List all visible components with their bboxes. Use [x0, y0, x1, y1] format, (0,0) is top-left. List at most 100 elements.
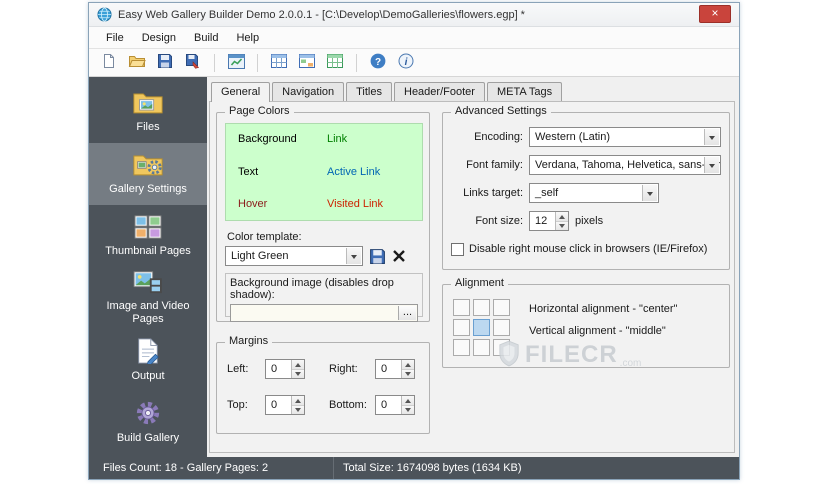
- sidebar-item-label: Files: [136, 121, 160, 134]
- horizontal-alignment-text: Horizontal alignment - "center": [529, 303, 678, 315]
- font-size-spinner[interactable]: 12: [529, 211, 569, 231]
- hover-color-label[interactable]: Hover: [238, 199, 327, 210]
- export-project-button[interactable]: [181, 51, 205, 75]
- window-title: Easy Web Gallery Builder Demo 2.0.0.1 - …: [118, 8, 525, 21]
- sidebar-item-build-gallery[interactable]: Build Gallery: [89, 391, 207, 453]
- color-template-select[interactable]: Light Green: [225, 246, 363, 266]
- sidebar-item-gallery-settings[interactable]: Gallery Settings: [89, 143, 207, 205]
- toolbar-separator: [356, 53, 357, 72]
- files-table-button[interactable]: [267, 51, 291, 75]
- help-icon: ?: [370, 53, 386, 72]
- gallery-table-button[interactable]: [323, 51, 347, 75]
- align-right-top-cell[interactable]: [493, 299, 510, 316]
- browse-button[interactable]: ...: [398, 306, 416, 320]
- spin-down-icon[interactable]: [292, 405, 304, 414]
- spinner-arrows[interactable]: [555, 212, 568, 230]
- spinner-arrows[interactable]: [291, 396, 304, 414]
- delete-template-icon[interactable]: [392, 249, 406, 263]
- save-disk-icon: [157, 53, 173, 72]
- table-gallery-icon: [327, 54, 343, 71]
- spin-down-icon[interactable]: [402, 369, 414, 378]
- help-button[interactable]: ?: [366, 51, 390, 75]
- spinner-arrows[interactable]: [291, 360, 304, 378]
- output-page-icon: [135, 338, 161, 367]
- align-center-top-cell[interactable]: [473, 299, 490, 316]
- photo-film-icon: [133, 270, 163, 297]
- spin-up-icon[interactable]: [292, 396, 304, 406]
- menu-design[interactable]: Design: [133, 29, 185, 47]
- chevron-down-icon: [642, 185, 657, 201]
- table-grid-icon: [271, 54, 287, 71]
- new-project-button[interactable]: [97, 51, 121, 75]
- spin-down-icon[interactable]: [556, 221, 568, 230]
- build-window-icon: [227, 53, 245, 72]
- links-target-select[interactable]: _self: [529, 183, 659, 203]
- encoding-select[interactable]: Western (Latin): [529, 127, 721, 147]
- align-left-middle-cell[interactable]: [453, 319, 470, 336]
- text-color-label[interactable]: Text: [238, 166, 327, 178]
- sidebar-item-output[interactable]: Output: [89, 329, 207, 391]
- margin-top-spinner[interactable]: 0: [265, 395, 305, 415]
- color-template-value: Light Green: [231, 250, 289, 262]
- tab-header-footer[interactable]: Header/Footer: [394, 82, 485, 101]
- pages-table-button[interactable]: [295, 51, 319, 75]
- background-color-label[interactable]: Background: [238, 134, 327, 145]
- build-preview-button[interactable]: [224, 51, 248, 75]
- titlebar: Easy Web Gallery Builder Demo 2.0.0.1 - …: [89, 3, 739, 27]
- sidebar-item-image-video-pages[interactable]: Image and Video Pages: [89, 267, 207, 329]
- spin-up-icon[interactable]: [292, 360, 304, 370]
- font-family-select[interactable]: Verdana, Tahoma, Helvetica, sans-seri: [529, 155, 721, 175]
- margin-right-spinner[interactable]: 0: [375, 359, 415, 379]
- chevron-down-icon: [346, 248, 361, 264]
- sidebar-item-thumbnail-pages[interactable]: Thumbnail Pages: [89, 205, 207, 267]
- menu-file[interactable]: File: [97, 29, 133, 47]
- margin-bottom-spinner[interactable]: 0: [375, 395, 415, 415]
- margin-left-spinner[interactable]: 0: [265, 359, 305, 379]
- page-colors-group: Page Colors Background Link Text Active …: [216, 105, 430, 322]
- sidebar-item-label: Output: [131, 369, 165, 382]
- tab-navigation[interactable]: Navigation: [272, 82, 345, 101]
- spin-down-icon[interactable]: [292, 369, 304, 378]
- visited-link-color-label[interactable]: Visited Link: [327, 199, 416, 210]
- svg-text:?: ?: [375, 57, 381, 68]
- disable-right-click-checkbox[interactable]: [451, 242, 464, 256]
- align-left-bottom-cell[interactable]: [453, 339, 470, 356]
- spinner-arrows[interactable]: [401, 360, 414, 378]
- sidebar-item-files[interactable]: Files: [89, 81, 207, 143]
- spinner-arrows[interactable]: [401, 396, 414, 414]
- toolbar: ? i: [89, 49, 739, 77]
- spin-up-icon[interactable]: [402, 360, 414, 370]
- tab-general[interactable]: General: [211, 82, 271, 102]
- margin-right-label: Right:: [329, 363, 358, 375]
- general-tab-panel: Page Colors Background Link Text Active …: [209, 101, 735, 453]
- align-center-middle-cell[interactable]: [473, 319, 490, 336]
- encoding-label: Encoding:: [474, 131, 523, 143]
- vertical-alignment-text: Vertical alignment - "middle": [529, 325, 666, 337]
- menu-build[interactable]: Build: [185, 29, 227, 47]
- align-center-bottom-cell[interactable]: [473, 339, 490, 356]
- open-project-button[interactable]: [125, 51, 149, 75]
- link-color-label[interactable]: Link: [327, 134, 416, 145]
- filecr-watermark: FILECR .com: [498, 340, 641, 371]
- page-colors-group-label: Page Colors: [225, 105, 294, 117]
- spin-down-icon[interactable]: [402, 405, 414, 414]
- menu-help[interactable]: Help: [227, 29, 268, 47]
- alignment-group-label: Alignment: [451, 277, 508, 289]
- margin-bottom-label: Bottom:: [329, 399, 367, 411]
- save-as-icon: [185, 53, 201, 72]
- close-button[interactable]: ×: [699, 5, 731, 23]
- tab-meta-tags[interactable]: META Tags: [486, 82, 563, 101]
- align-left-top-cell[interactable]: [453, 299, 470, 316]
- spin-up-icon[interactable]: [402, 396, 414, 406]
- tab-titles[interactable]: Titles: [346, 82, 392, 101]
- save-project-button[interactable]: [153, 51, 177, 75]
- align-right-middle-cell[interactable]: [493, 319, 510, 336]
- background-image-input[interactable]: ...: [230, 304, 418, 322]
- page-colors-preview: Background Link Text Active Link Hover V…: [225, 123, 423, 221]
- active-link-color-label[interactable]: Active Link: [327, 166, 416, 178]
- font-size-label: Font size:: [475, 215, 523, 227]
- spin-up-icon[interactable]: [556, 212, 568, 222]
- font-family-label: Font family:: [466, 159, 523, 171]
- about-button[interactable]: i: [394, 51, 418, 75]
- save-template-button[interactable]: [369, 248, 386, 265]
